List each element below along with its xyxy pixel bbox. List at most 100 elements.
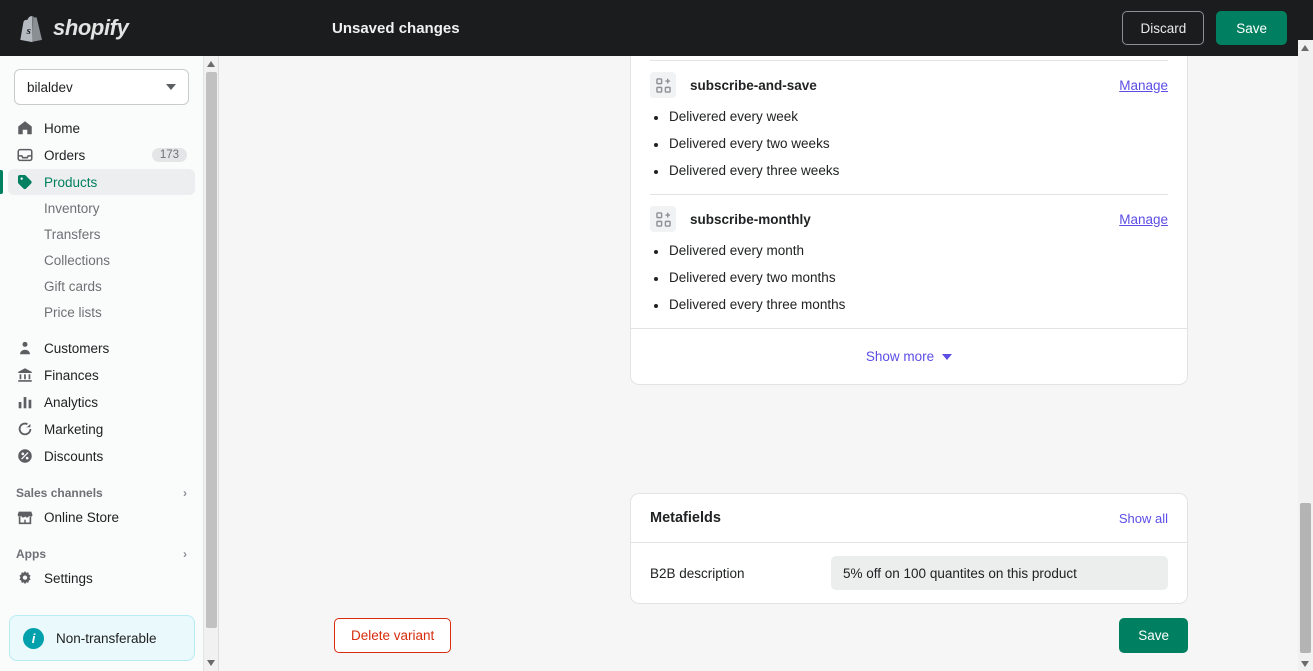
store-selector[interactable]: bilaldev xyxy=(14,69,189,105)
unsaved-changes-title: Unsaved changes xyxy=(332,19,460,37)
sidebar-item-price-lists[interactable]: Price lists xyxy=(8,300,195,326)
analytics-bars-icon xyxy=(18,397,32,409)
chevron-right-icon: › xyxy=(183,486,187,500)
sidebar-item-transfers[interactable]: Transfers xyxy=(8,222,195,248)
shopify-bag-logo-icon: s xyxy=(20,15,42,42)
sidebar-item-inventory[interactable]: Inventory xyxy=(8,196,195,222)
sidebar-section-sales-channels[interactable]: Sales channels › xyxy=(8,482,195,504)
top-bar-actions: Discard Save xyxy=(1122,11,1287,45)
plan-block: subscribe-monthly Manage Delivered every… xyxy=(631,195,1187,312)
sidebar-item-label: Home xyxy=(44,120,81,136)
chevron-down-icon xyxy=(942,353,953,360)
metafields-title: Metafields xyxy=(650,510,721,526)
customers-person-icon xyxy=(20,341,30,355)
top-bar: s shopify Unsaved changes Discard Save xyxy=(0,0,1313,56)
apps-grid-plus-icon xyxy=(650,72,676,98)
marketing-target-icon xyxy=(18,422,32,436)
plan-name: subscribe-monthly xyxy=(690,211,811,227)
discounts-percent-icon xyxy=(18,449,32,463)
sidebar-item-label: Analytics xyxy=(44,394,99,410)
sidebar-item-discounts[interactable]: Discounts xyxy=(8,443,195,469)
sidebar-item-label: Marketing xyxy=(44,421,104,437)
plan-option: Delivered every week xyxy=(650,109,1168,124)
plan-header: subscribe-and-save Manage xyxy=(650,61,1168,109)
svg-text:s: s xyxy=(26,25,31,37)
chevron-right-icon: › xyxy=(183,547,187,561)
sidebar: bilaldev Home Orders 173 Products Invent… xyxy=(0,56,204,671)
sidebar-item-label: Discounts xyxy=(44,448,104,464)
sidebar-item-analytics[interactable]: Analytics xyxy=(8,389,195,415)
plan-block: subscribe-and-save Manage Delivered ever… xyxy=(631,61,1187,178)
plan-name: subscribe-and-save xyxy=(690,77,817,93)
plan-option-list: Delivered every month Delivered every tw… xyxy=(650,243,1168,312)
plan-header: subscribe-monthly Manage xyxy=(650,195,1168,243)
delete-variant-button[interactable]: Delete variant xyxy=(334,618,452,653)
sidebar-item-label: Finances xyxy=(44,367,99,383)
store-name: bilaldev xyxy=(27,79,73,95)
main-content: Delivered every week Delivered every two… xyxy=(220,56,1298,671)
metafield-value-input[interactable]: 5% off on 100 quantites on this product xyxy=(831,556,1168,590)
discard-button[interactable]: Discard xyxy=(1122,11,1205,45)
scroll-down-arrow-icon[interactable] xyxy=(207,660,215,666)
sidebar-item-orders[interactable]: Orders 173 xyxy=(8,142,195,168)
non-transferable-badge[interactable]: i Non-transferable xyxy=(9,615,195,661)
sidebar-item-customers[interactable]: Customers xyxy=(8,335,195,361)
gear-icon xyxy=(19,570,31,585)
show-more-label: Show more xyxy=(865,349,935,364)
chevron-down-icon xyxy=(166,84,176,90)
sidebar-section-apps[interactable]: Apps › xyxy=(8,543,195,565)
orders-inbox-icon xyxy=(17,148,33,162)
save-button-bottom[interactable]: Save xyxy=(1119,618,1188,653)
scroll-down-arrow-icon[interactable] xyxy=(1301,661,1309,667)
scroll-up-arrow-icon[interactable] xyxy=(1301,45,1309,51)
manage-link[interactable]: Manage xyxy=(1119,212,1168,227)
sidebar-item-label: Orders xyxy=(44,147,86,163)
metafield-row: B2B description 5% off on 100 quantites … xyxy=(631,543,1187,603)
sidebar-item-products[interactable]: Products xyxy=(0,169,195,195)
plan-option: Delivered every month xyxy=(650,243,1168,258)
shopify-wordmark: shopify xyxy=(53,15,129,40)
scroll-up-arrow-icon[interactable] xyxy=(207,61,215,67)
plan-option: Delivered every three months xyxy=(650,297,1168,312)
plan-option-list: Delivered every week Delivered every two… xyxy=(650,109,1168,178)
sidebar-item-online-store[interactable]: Online Store xyxy=(8,504,195,530)
show-more-row: Show more xyxy=(631,328,1187,384)
products-subnav: Inventory Transfers Collections Gift car… xyxy=(8,196,195,326)
sidebar-item-label: Products xyxy=(44,174,98,190)
sidebar-section-label: Apps xyxy=(16,547,46,561)
sidebar-item-label: Customers xyxy=(44,340,110,356)
storefront-icon xyxy=(17,511,33,525)
non-transferable-label: Non-transferable xyxy=(56,630,157,646)
sidebar-item-marketing[interactable]: Marketing xyxy=(8,416,195,442)
apps-grid-plus-icon xyxy=(650,206,676,232)
footer-actions: Delete variant Save xyxy=(334,618,1188,653)
plan-option: Delivered every two months xyxy=(650,270,1168,285)
shopify-admin-window: s shopify Unsaved changes Discard Save b… xyxy=(0,0,1313,671)
sidebar-item-settings[interactable]: Settings xyxy=(8,565,195,591)
sidebar-scrollbar[interactable] xyxy=(204,56,219,671)
sidebar-item-home[interactable]: Home xyxy=(8,115,195,141)
finances-bank-icon xyxy=(18,368,32,382)
metafield-label: B2B description xyxy=(650,565,745,581)
shopify-logo[interactable]: s shopify xyxy=(18,14,288,43)
page-scrollbar[interactable] xyxy=(1298,40,1313,671)
show-more-button[interactable]: Show more xyxy=(865,349,953,364)
manage-link[interactable]: Manage xyxy=(1119,78,1168,93)
page-scrollbar-thumb[interactable] xyxy=(1300,503,1311,653)
sidebar-scrollbar-thumb[interactable] xyxy=(206,72,217,628)
show-all-link[interactable]: Show all xyxy=(1119,511,1168,526)
sidebar-item-collections[interactable]: Collections xyxy=(8,248,195,274)
plan-option: Delivered every three weeks xyxy=(650,163,1168,178)
sidebar-section-label: Sales channels xyxy=(16,486,103,500)
save-button-top[interactable]: Save xyxy=(1216,11,1287,45)
sidebar-item-label: Settings xyxy=(44,570,93,586)
metafields-card: Metafields Show all B2B description 5% o… xyxy=(630,493,1188,604)
sidebar-item-finances[interactable]: Finances xyxy=(8,362,195,388)
products-tag-icon xyxy=(17,174,32,190)
sidebar-nav: Home Orders 173 Products Inventory Trans… xyxy=(0,115,203,591)
metafields-header: Metafields Show all xyxy=(631,494,1187,543)
orders-count-badge: 173 xyxy=(151,148,187,162)
sidebar-item-gift-cards[interactable]: Gift cards xyxy=(8,274,195,300)
sidebar-item-label: Online Store xyxy=(44,509,120,525)
